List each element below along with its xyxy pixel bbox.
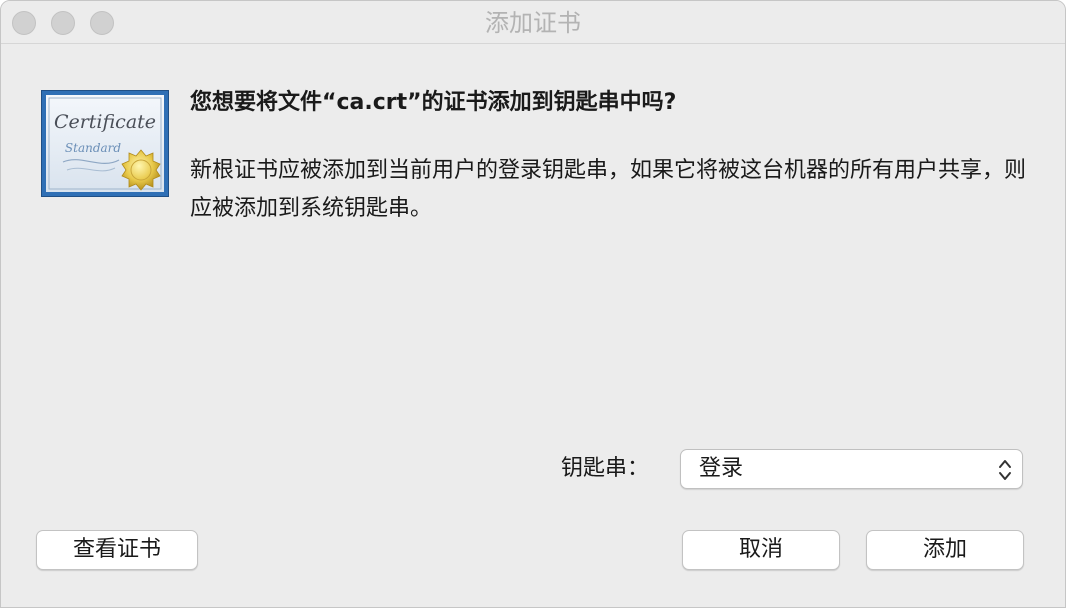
certificate-icon: Certificate Standard xyxy=(41,90,169,197)
window-title: 添加证书 xyxy=(485,9,581,37)
keychain-label: 钥匙串： xyxy=(561,456,650,481)
dialog-message: 新根证书应被添加到当前用户的登录钥匙串，如果它将被这台机器的所有用户共享，则应被… xyxy=(190,158,1027,221)
svg-text:Standard: Standard xyxy=(65,141,121,155)
svg-text:Certificate: Certificate xyxy=(54,111,156,133)
view-certificate-button[interactable]: 查看证书 xyxy=(36,530,198,570)
keychain-selected-value: 登录 xyxy=(699,456,744,481)
add-button[interactable]: 添加 xyxy=(866,530,1024,570)
title-bar: 添加证书 xyxy=(1,1,1065,44)
keychain-select[interactable]: 登录 xyxy=(680,449,1023,489)
up-down-chevron-icon xyxy=(999,460,1011,480)
add-certificate-dialog: 添加证书 Certificate Standard 您想要将文件“ca.crt”… xyxy=(0,0,1066,608)
cancel-button[interactable]: 取消 xyxy=(682,530,840,570)
dialog-heading: 您想要将文件“ca.crt”的证书添加到钥匙串中吗? xyxy=(190,90,677,115)
